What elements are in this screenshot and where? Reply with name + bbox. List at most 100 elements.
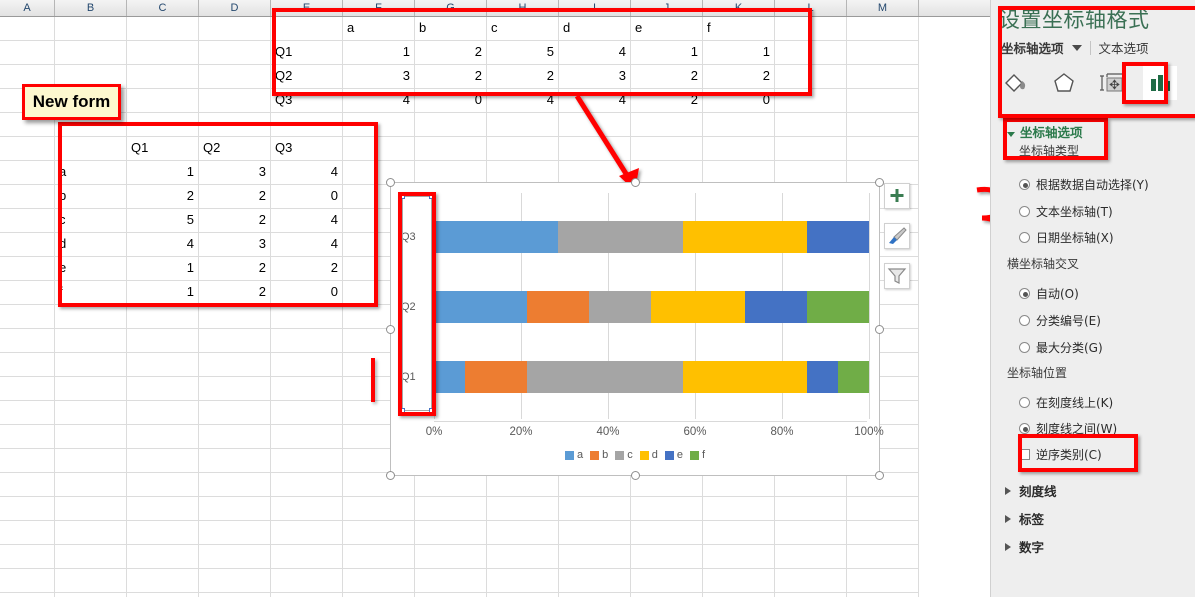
column-header-i[interactable]: I [559, 0, 631, 16]
cell-E13[interactable] [271, 305, 343, 329]
legend-item-f[interactable]: f [689, 449, 705, 461]
cell-B22[interactable] [55, 521, 127, 545]
cell-L4[interactable] [775, 89, 847, 113]
cell-D11[interactable]: 2 [199, 257, 271, 281]
table-row[interactable]: Q3 4 0 4 4 2 0 [0, 89, 990, 113]
cell-E18[interactable] [271, 425, 343, 449]
section-number[interactable]: 数字 [1005, 537, 1044, 556]
cell-K2[interactable]: 1 [703, 41, 775, 65]
cell-C14[interactable] [127, 329, 199, 353]
cell-B25[interactable] [55, 593, 127, 597]
legend-item-c[interactable]: c [615, 449, 633, 461]
cell-C21[interactable] [127, 497, 199, 521]
cell-I21[interactable] [559, 497, 631, 521]
format-axis-panel[interactable]: 设置坐标轴格式 坐标轴选项 文本选项 坐标轴选项 坐标轴类型 根据数据自动选择(… [990, 0, 1195, 597]
cell-A13[interactable] [0, 305, 55, 329]
cell-A20[interactable] [0, 473, 55, 497]
cell-L20[interactable] [775, 473, 847, 497]
cell-G1[interactable]: b [415, 17, 487, 41]
cell-C13[interactable] [127, 305, 199, 329]
category-axis-selection[interactable] [400, 194, 434, 413]
cell-E7[interactable]: 4 [271, 161, 343, 185]
cell-A23[interactable] [0, 545, 55, 569]
cell-F6[interactable] [343, 137, 415, 161]
axis-sel-nub-tr[interactable] [429, 194, 434, 199]
cell-L3[interactable] [775, 65, 847, 89]
cell-M5[interactable] [847, 113, 919, 137]
cell-B21[interactable] [55, 497, 127, 521]
cell-M1[interactable] [847, 17, 919, 41]
cell-F22[interactable] [343, 521, 415, 545]
cell-K24[interactable] [703, 569, 775, 593]
cell-E12[interactable]: 0 [271, 281, 343, 305]
cell-E1[interactable] [271, 17, 343, 41]
excel-chart-object[interactable]: Q3 Q2 Q1 a b c d e f 0% 20% 40% 60% 80% 100% [386, 178, 884, 480]
column-header-b[interactable]: B [55, 0, 127, 16]
cell-K23[interactable] [703, 545, 775, 569]
chart-legend[interactable]: a b c d e f [391, 449, 879, 461]
segment-q1-f[interactable] [837, 361, 869, 393]
cell-J3[interactable]: 2 [631, 65, 703, 89]
cell-G23[interactable] [415, 545, 487, 569]
cell-D7[interactable]: 3 [199, 161, 271, 185]
segment-q2-b[interactable] [527, 291, 590, 323]
table-row[interactable]: Q2 3 2 2 3 2 2 [0, 65, 990, 89]
cell-M24[interactable] [847, 569, 919, 593]
cell-C24[interactable] [127, 569, 199, 593]
cell-K22[interactable] [703, 521, 775, 545]
fill-line-icon[interactable] [999, 66, 1033, 100]
radio-between-tick-marks[interactable]: 刻度线之间(W) [1019, 420, 1117, 437]
cell-G24[interactable] [415, 569, 487, 593]
cell-I20[interactable] [559, 473, 631, 497]
cell-J22[interactable] [631, 521, 703, 545]
cell-A12[interactable] [0, 281, 55, 305]
segment-q1-c[interactable] [527, 361, 683, 393]
cell-I2[interactable]: 4 [559, 41, 631, 65]
cell-A24[interactable] [0, 569, 55, 593]
legend-item-e[interactable]: e [664, 449, 683, 461]
cell-M3[interactable] [847, 65, 919, 89]
section-labels[interactable]: 标签 [1005, 509, 1044, 528]
cell-H3[interactable]: 2 [487, 65, 559, 89]
cell-B14[interactable] [55, 329, 127, 353]
chart-styles-button[interactable] [884, 223, 910, 249]
bar-q1[interactable] [434, 361, 869, 393]
table-row[interactable] [0, 569, 990, 593]
cell-D3[interactable] [199, 65, 271, 89]
column-header-h[interactable]: H [487, 0, 559, 16]
cell-L25[interactable] [775, 593, 847, 597]
cell-L22[interactable] [775, 521, 847, 545]
cell-L24[interactable] [775, 569, 847, 593]
cell-F4[interactable]: 4 [343, 89, 415, 113]
cell-C22[interactable] [127, 521, 199, 545]
cell-I3[interactable]: 3 [559, 65, 631, 89]
cell-B11[interactable]: e [55, 257, 127, 281]
cell-F2[interactable]: 1 [343, 41, 415, 65]
cell-B10[interactable]: d [55, 233, 127, 257]
cell-D14[interactable] [199, 329, 271, 353]
cell-M2[interactable] [847, 41, 919, 65]
cell-D5[interactable] [199, 113, 271, 137]
cell-B18[interactable] [55, 425, 127, 449]
cell-E6[interactable]: Q3 [271, 137, 343, 161]
table-row[interactable]: abcdef [0, 17, 990, 41]
segment-q3-d[interactable] [682, 221, 807, 253]
cell-E15[interactable] [271, 353, 343, 377]
cell-M23[interactable] [847, 545, 919, 569]
cell-D21[interactable] [199, 497, 271, 521]
cell-H4[interactable]: 4 [487, 89, 559, 113]
cell-D24[interactable] [199, 569, 271, 593]
cell-B2[interactable] [55, 41, 127, 65]
radio-text-axis[interactable]: 文本坐标轴(T) [1019, 203, 1113, 220]
checkbox-categories-in-reverse-order[interactable]: 逆序类别(C) [1019, 446, 1102, 463]
cell-H24[interactable] [487, 569, 559, 593]
cell-K20[interactable] [703, 473, 775, 497]
section-header-axis-options[interactable]: 坐标轴选项 [1007, 122, 1083, 141]
cell-G25[interactable] [415, 593, 487, 597]
column-header-k[interactable]: K [703, 0, 775, 16]
column-header-m[interactable]: M [847, 0, 919, 16]
cell-D2[interactable] [199, 41, 271, 65]
cell-E4[interactable]: Q3 [271, 89, 343, 113]
cell-C6[interactable]: Q1 [127, 137, 199, 161]
radio-cross-max-category[interactable]: 最大分类(G) [1019, 339, 1103, 356]
